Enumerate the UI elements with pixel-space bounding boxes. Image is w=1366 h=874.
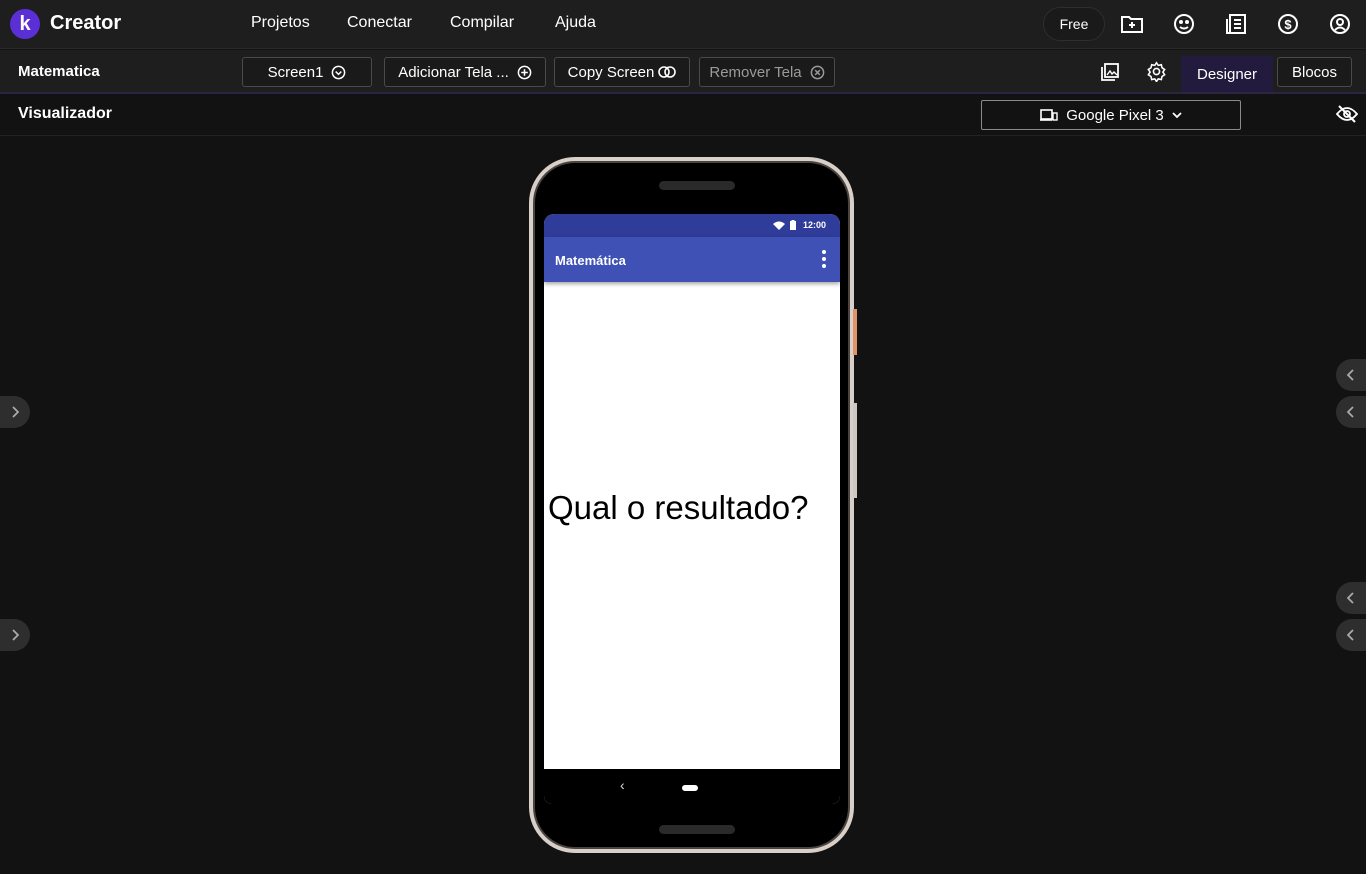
remove-screen-button[interactable]: Remover Tela <box>699 57 835 87</box>
overflow-menu-icon[interactable] <box>822 250 826 268</box>
chevron-down-icon <box>1172 112 1182 119</box>
blocks-tab[interactable]: Blocos <box>1277 57 1352 87</box>
screen-select[interactable]: Screen1 <box>242 57 372 87</box>
android-status-bar: 12:00 <box>544 214 840 237</box>
chevron-left-icon <box>1347 592 1354 604</box>
copy-screen-button[interactable]: Copy Screen <box>554 57 690 87</box>
status-time: 12:00 <box>802 220 826 230</box>
logo-icon[interactable]: k <box>10 9 40 39</box>
svg-text:$: $ <box>1284 17 1292 32</box>
nav-conectar[interactable]: Conectar <box>347 14 412 32</box>
media-icon[interactable] <box>1100 62 1120 87</box>
chevron-left-icon <box>1347 406 1354 418</box>
chevron-left-icon <box>1347 369 1354 381</box>
nav-compilar[interactable]: Compilar <box>450 14 514 32</box>
phone-volume-button <box>853 403 857 498</box>
project-toolbar: Matematica Screen1 Adicionar Tela ... Co… <box>0 50 1366 94</box>
copy-icon <box>658 66 677 78</box>
nav-home-icon <box>682 785 698 791</box>
chevron-left-icon <box>1347 629 1354 641</box>
account-icon[interactable] <box>1328 12 1352 36</box>
battery-icon <box>790 220 796 230</box>
device-select[interactable]: Google Pixel 3 <box>981 100 1241 130</box>
expand-right-panel-button-1[interactable] <box>1336 359 1366 391</box>
add-screen-label: Adicionar Tela ... <box>398 63 509 81</box>
copy-screen-label: Copy Screen <box>567 63 655 81</box>
question-label[interactable]: Qual o resultado? <box>548 490 828 526</box>
nav-projetos[interactable]: Projetos <box>251 14 310 32</box>
gear-icon[interactable] <box>1146 61 1167 87</box>
wifi-icon <box>773 221 785 230</box>
phone-bottom-speaker <box>659 825 735 834</box>
project-name: Matematica <box>18 63 100 80</box>
app-bar: Matemática <box>544 237 840 282</box>
phone-top-speaker <box>659 181 735 190</box>
nav-ajuda[interactable]: Ajuda <box>555 14 596 32</box>
expand-right-panel-button-4[interactable] <box>1336 619 1366 651</box>
screen-select-label: Screen1 <box>267 63 324 81</box>
designer-tab[interactable]: Designer <box>1181 56 1273 92</box>
chevron-right-icon <box>12 406 19 418</box>
chevron-right-icon <box>12 629 19 641</box>
expand-left-panel-button-2[interactable] <box>0 619 30 651</box>
hide-preview-icon[interactable] <box>1335 105 1359 128</box>
app-title: Matemática <box>555 253 626 268</box>
plus-circle-icon <box>517 65 532 79</box>
android-nav-bar: ‹ <box>544 769 840 804</box>
viewer-header: Visualizador Google Pixel 3 <box>0 96 1366 136</box>
phone-screen: 12:00 Matemática Qual o resultado? ‹ <box>544 214 840 804</box>
brand-name[interactable]: Creator <box>50 12 121 35</box>
new-project-icon[interactable] <box>1120 12 1144 36</box>
phone-power-button <box>853 309 857 355</box>
expand-right-panel-button-3[interactable] <box>1336 582 1366 614</box>
plan-badge[interactable]: Free <box>1043 7 1105 41</box>
news-icon[interactable] <box>1224 12 1248 36</box>
add-screen-button[interactable]: Adicionar Tela ... <box>384 57 546 87</box>
remove-screen-label: Remover Tela <box>709 63 802 81</box>
close-circle-icon <box>810 65 824 79</box>
expand-right-panel-button-2[interactable] <box>1336 396 1366 428</box>
dollar-icon[interactable]: $ <box>1276 12 1300 36</box>
nav-back-icon: ‹ <box>620 777 625 793</box>
viewer-title: Visualizador <box>18 105 112 122</box>
chevron-down-circle-icon <box>332 65 346 79</box>
device-icon <box>1040 109 1058 121</box>
expand-left-panel-button[interactable] <box>0 396 30 428</box>
top-nav: k Creator Projetos Conectar Compilar Aju… <box>0 0 1366 49</box>
gallery-icon[interactable] <box>1172 12 1196 36</box>
device-select-label: Google Pixel 3 <box>1066 106 1164 124</box>
